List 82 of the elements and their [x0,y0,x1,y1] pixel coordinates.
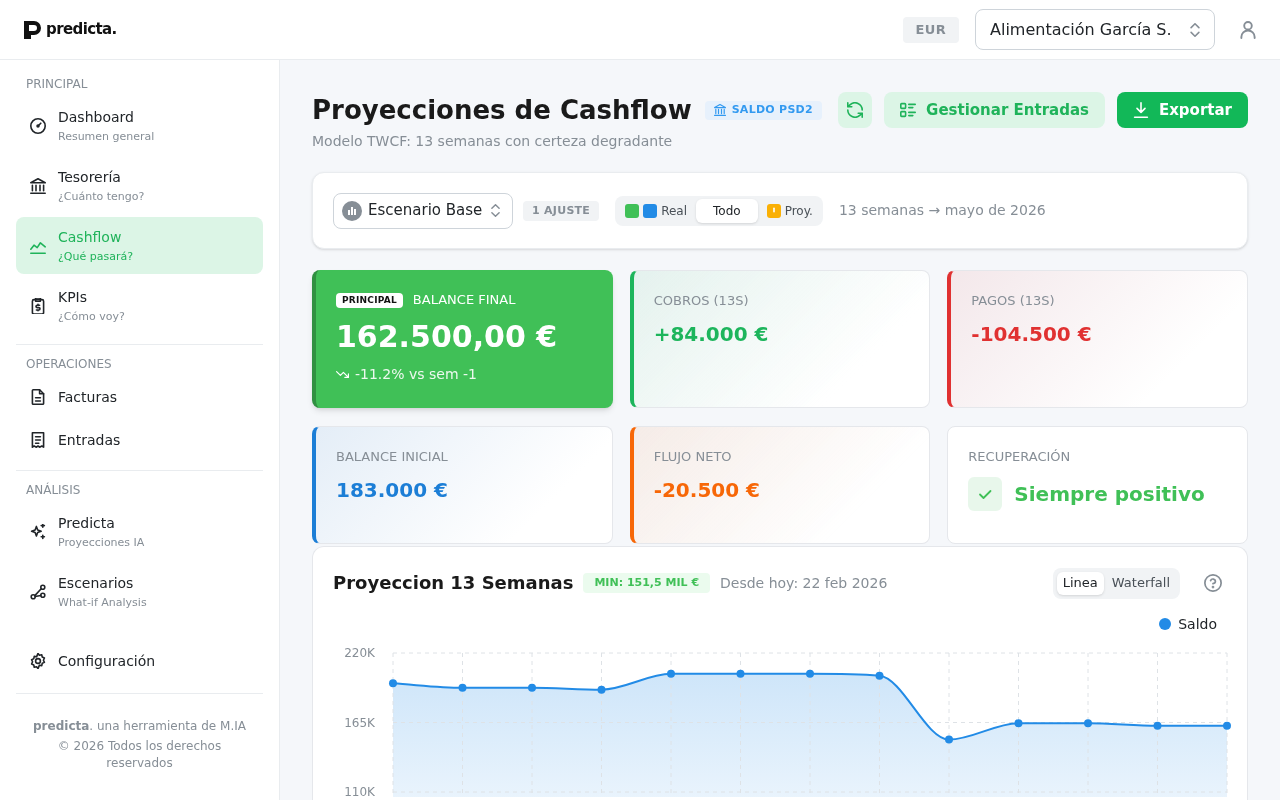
range-text: 13 semanas → mayo de 2026 [838,201,1046,220]
chevron-updown-icon [491,204,500,217]
trend-text: -11.2% vs sem -1 [355,364,477,384]
credit-text: predicta. una herramienta de M.IA [32,718,247,734]
section-heading: PRINCIPAL [25,76,89,92]
kpi-value: -20.500 € [653,477,761,504]
data-point [875,671,884,680]
clipboard-icon [30,297,46,314]
data-point [1223,721,1231,730]
status-text: Siempre positivo [1014,481,1205,508]
axis-label: 165K [344,715,375,730]
refresh-icon [847,102,864,118]
receipt-icon [30,432,46,448]
nav-item[interactable]: Tesorería ¿Cuánto tengo? [16,157,263,214]
data-point [597,685,606,694]
kpi-value: -104.500 € [971,321,1093,348]
refresh-button[interactable] [838,92,873,128]
axis-label: 220K [344,646,375,660]
data-point [458,683,467,692]
check-icon [968,477,1003,511]
data-point [667,669,675,678]
company-select[interactable]: Alimentación García S. [975,9,1215,50]
nav-item[interactable]: Predicta Proyecciones IA [16,503,263,560]
view-tab[interactable]: Waterfall [1105,571,1176,595]
data-point [1014,719,1023,728]
help-icon[interactable] [1204,574,1222,592]
kpi-label: PAGOS (13S) [971,293,1056,309]
kpi-value: 162.500,00 € [336,319,559,355]
nav-item[interactable]: Facturas [16,377,263,417]
filter-tab[interactable]: Real [619,198,694,223]
list-icon [900,102,917,118]
nav-item[interactable]: Configuración [16,641,263,681]
axis-label: 110K [344,785,375,797]
trend-down-icon [336,369,349,379]
kpi-value: +84.000 € [653,321,770,348]
data-point [389,679,397,688]
data-point [528,683,536,692]
data-point [945,735,953,744]
legend-label: Saldo [1178,614,1217,634]
nodes-icon [30,583,46,600]
kpi-label: BALANCE INICIAL [336,449,449,465]
nav-item[interactable]: Dashboard Resumen general [16,97,263,154]
data-point [1084,719,1092,728]
adjustments-badge: 1 AJUSTE [523,200,600,221]
data-point [1153,721,1162,730]
page-subtitle: Modelo TWCF: 13 semanas con certeza degradante [312,132,674,151]
since-date-text: Desde hoy: 22 feb 2026 [720,573,888,593]
sparkles-icon [30,523,46,540]
page-title: Proyecciones de Cashflow [312,94,692,127]
nav-item[interactable]: Escenarios What-if Analysis [16,563,263,620]
data-point [806,669,814,678]
bank-icon [30,177,46,194]
primary-badge: PRINCIPAL [336,292,403,308]
chart-title: Proyeccion 13 Semanas [333,571,574,595]
chevron-updown-icon [1190,22,1200,37]
document-icon [30,389,46,405]
download-icon [1132,102,1149,118]
logo-text: predicta. [46,19,117,41]
logo-icon [24,20,41,39]
kpi-label: COBROS (13S) [653,293,750,309]
currency-badge: EUR [902,16,959,43]
section-heading: ANÁLISIS [25,482,82,498]
user-icon[interactable] [1240,20,1256,39]
nav-item[interactable]: KPIs ¿Cómo voy? [16,277,263,334]
kpi-value: 183.000 € [336,477,449,504]
data-point [736,669,745,678]
bank-icon [713,104,726,116]
min-badge: MIN: 151,5 MIL € [583,573,711,593]
section-heading: OPERACIONES [25,356,113,372]
scenario-select[interactable]: Escenario Base [333,192,513,229]
nav-item[interactable]: Entradas [16,420,263,460]
gauge-icon [30,117,46,134]
copyright-text: © 2026 Todos los derechos reservados [56,738,223,772]
bar-chart-icon [342,200,362,221]
kpi-label: BALANCE FINAL [412,292,516,308]
settings-icon [30,653,46,669]
view-tab[interactable]: Linea [1056,571,1104,595]
filter-tab[interactable]: Proy. [760,198,819,223]
filter-tab[interactable]: Todo [696,198,758,223]
tag-label: SALDO PSD2 [731,101,813,118]
kpi-label: RECUPERACIÓN [968,449,1072,465]
kpi-label: FLUJO NETO [653,449,733,465]
